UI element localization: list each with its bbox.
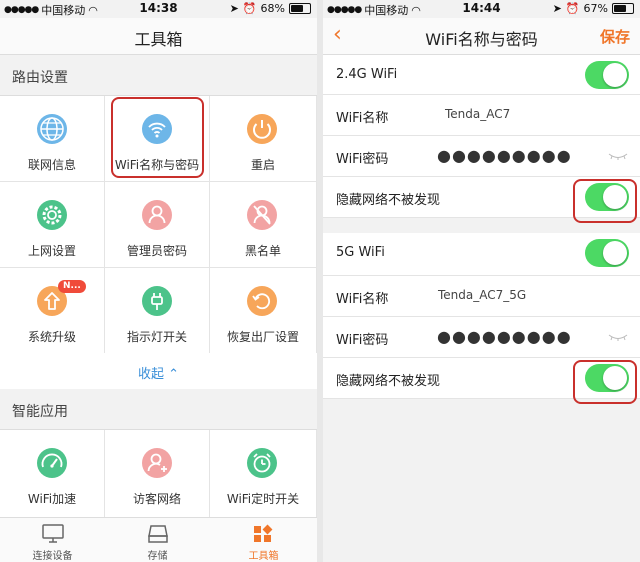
grid-item-factory-reset[interactable]: 恢复出厂设置: [210, 268, 317, 354]
globe-icon: [37, 114, 67, 144]
restore-icon: [247, 286, 277, 316]
highlight-box: [573, 360, 637, 404]
grid-item-network-info[interactable]: 联网信息: [0, 96, 105, 182]
wifi-5g-name-row: WiFi名称 Tenda_AC7_5G: [323, 276, 640, 317]
battery-percent: 67%: [583, 2, 608, 15]
smart-apps-header: 智能应用: [0, 389, 317, 429]
battery-icon: [612, 3, 634, 14]
grid-item-guest-network[interactable]: 访客网络: [105, 430, 210, 520]
led-plug-icon: [142, 286, 172, 316]
status-bar: ●●●●● 中国移动 ◠ 14:38 ➤ ⏰ 68%: [0, 0, 317, 18]
grid-item-system-upgrade[interactable]: N... 系统升级: [0, 268, 105, 354]
wifi-24g-toggle-row: 2.4G WiFi: [323, 55, 640, 95]
alarm-clock-icon: [247, 448, 277, 478]
grid-item-led-switch[interactable]: 指示灯开关: [105, 268, 210, 354]
save-button[interactable]: 保存: [600, 26, 630, 47]
wifi-24g-name-input[interactable]: Tenda_AC7: [445, 107, 510, 121]
router-settings-header: 路由设置: [0, 55, 317, 95]
highlight-box: [573, 179, 637, 223]
status-bar: ●●●●● 中国移动 ◠ 14:44 ➤ ⏰ 67%: [323, 0, 640, 18]
battery-icon: [289, 3, 311, 14]
guest-user-icon: [142, 448, 172, 478]
location-icon: ➤: [552, 2, 562, 15]
nav-bar: ‹ WiFi名称与密码 保存: [323, 18, 640, 55]
admin-user-icon: [142, 200, 172, 230]
smart-apps-grid: WiFi加速 访客网络 WiFi定时开关: [0, 429, 317, 520]
wifi-24g-password-input[interactable]: ●●●●●●●●●: [437, 146, 572, 165]
alarm-icon: ⏰: [565, 2, 580, 15]
monitor-icon: [42, 524, 64, 543]
wifi-5g-name-input[interactable]: Tenda_AC7_5G: [438, 288, 526, 302]
page-title: WiFi名称与密码: [425, 30, 538, 49]
nav-bar: 工具箱: [0, 18, 317, 55]
battery-percent: 68%: [260, 2, 285, 15]
wifi-24g-name-row: WiFi名称 Tenda_AC7: [323, 95, 640, 136]
alarm-icon: ⏰: [242, 2, 257, 15]
storage-icon: [148, 525, 168, 543]
wifi-5g-toggle[interactable]: [585, 239, 629, 267]
eye-closed-icon[interactable]: [608, 333, 628, 341]
collapse-button[interactable]: 收起 ⌃: [0, 353, 317, 390]
grid-item-blacklist[interactable]: 黑名单: [210, 182, 317, 268]
highlight-box: [111, 97, 204, 178]
tab-bar: 连接设备 存储 工具箱: [0, 517, 317, 562]
eye-closed-icon[interactable]: [608, 152, 628, 160]
page-title: 工具箱: [134, 30, 183, 49]
grid-item-internet-settings[interactable]: 上网设置: [0, 182, 105, 268]
grid-item-reboot[interactable]: 重启: [210, 96, 317, 182]
toolbox-icon: [254, 524, 273, 542]
grid-item-admin-password[interactable]: 管理员密码: [105, 182, 210, 268]
wifi-5g-password-input[interactable]: ●●●●●●●●●: [437, 327, 572, 346]
blocked-user-icon: [247, 200, 277, 230]
location-icon: ➤: [229, 2, 239, 15]
wifi-24g-password-row: WiFi密码 ●●●●●●●●●: [323, 136, 640, 177]
tab-storage[interactable]: 存储: [105, 518, 210, 562]
power-icon: [247, 114, 277, 144]
new-badge: N...: [58, 280, 86, 293]
toolbox-screen: ●●●●● 中国移动 ◠ 14:38 ➤ ⏰ 68% 工具箱 路由设置 联网信息 WiF…: [0, 0, 317, 562]
tab-connected-devices[interactable]: 连接设备: [0, 518, 105, 562]
speedometer-icon: [37, 448, 67, 478]
gear-icon: [37, 200, 67, 230]
wifi-5g-toggle-row: 5G WiFi: [323, 233, 640, 276]
wifi-5g-password-row: WiFi密码 ●●●●●●●●●: [323, 317, 640, 358]
wifi-settings-screen: ●●●●● 中国移动 ◠ 14:44 ➤ ⏰ 67% ‹ WiFi名称与密码 保存 2.…: [323, 0, 640, 562]
wifi-24g-toggle[interactable]: [585, 61, 629, 89]
grid-item-wifi-boost[interactable]: WiFi加速: [0, 430, 105, 520]
grid-item-wifi-schedule[interactable]: WiFi定时开关: [210, 430, 317, 520]
tab-toolbox[interactable]: 工具箱: [210, 518, 317, 562]
